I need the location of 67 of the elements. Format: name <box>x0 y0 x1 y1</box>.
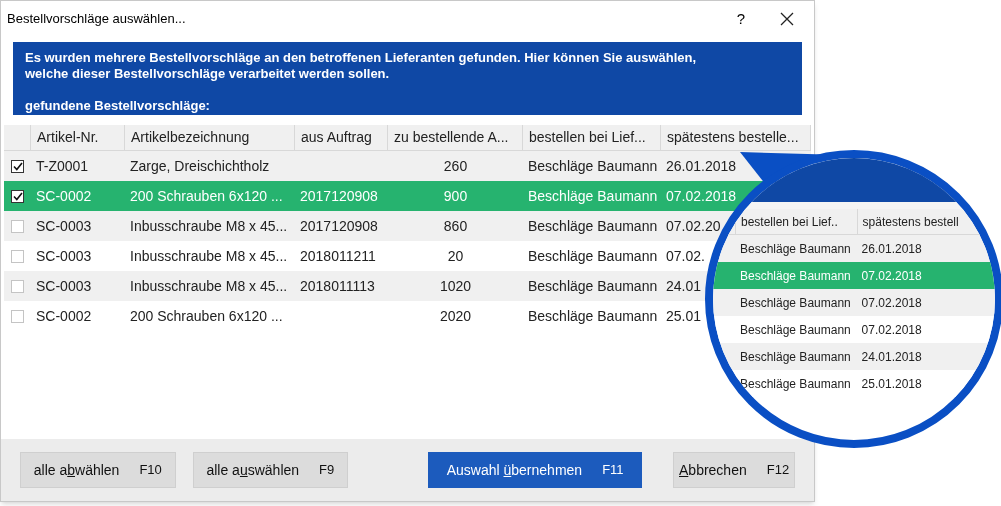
table-cell: Beschläge Baumann <box>528 277 658 294</box>
column-header[interactable]: bestellen bei Lief... <box>523 125 661 150</box>
table-cell: Beschläge Baumann <box>528 247 658 264</box>
table-cell: 26.01.2018 <box>861 241 922 256</box>
row-checkbox[interactable] <box>11 189 24 203</box>
table-cell: 24.01 <box>666 277 702 294</box>
table-cell: 07.02. <box>666 247 705 264</box>
table-cell: 2018011211 <box>300 247 376 264</box>
table-cell: 2018011113 <box>300 277 375 294</box>
table-cell: SC-0002 <box>36 187 92 204</box>
table-cell: Inbusschraube M8 x 45... <box>130 277 288 294</box>
table-cell: Beschläge Baumann <box>740 376 851 391</box>
table-cell: 900 <box>443 187 468 204</box>
column-header[interactable]: zu bestellende A... <box>388 125 523 150</box>
table-cell: Beschläge Baumann <box>740 268 851 283</box>
table-cell: SC-0003 <box>36 277 92 294</box>
table-cell: Beschläge Baumann <box>740 241 851 256</box>
table-cell: 25.01.2018 <box>861 376 922 391</box>
dialog-button[interactable]: alle auswählen F9 <box>192 452 349 488</box>
table-cell: 25.01 <box>666 307 702 324</box>
table-cell: 07.02.2018 <box>666 187 737 204</box>
checkmark-icon <box>12 191 23 201</box>
column-header[interactable]: spätestens bestelle... <box>661 125 811 150</box>
table-cell: Inbusschraube M8 x 45... <box>130 247 288 264</box>
info-subheading: gefundene Bestellvorschläge: <box>25 98 211 114</box>
checkmark-icon <box>12 161 23 171</box>
table-cell: 07.02.2018 <box>861 295 922 310</box>
table-cell: Inbusschraube M8 x 45... <box>130 217 288 234</box>
table-cell: 26.01.2018 <box>666 157 737 174</box>
table-cell: 07.02.2018 <box>861 322 922 337</box>
table-cell: 200 Schrauben 6x120 ... <box>130 307 283 324</box>
table-cell: 07.02.2018 <box>861 268 922 283</box>
column-header[interactable]: Artikelbezeichnung <box>125 125 295 150</box>
table-cell: Beschläge Baumann <box>528 157 658 174</box>
table-cell: 2020 <box>439 307 472 324</box>
table-cell: Zarge, Dreischichtholz <box>130 157 270 174</box>
primary-button[interactable]: Auswahl übernehmen F11 <box>428 452 643 488</box>
table-cell: T-Z0001 <box>36 157 89 174</box>
table-cell: 07.02.20 <box>666 217 721 234</box>
table-cell: 20 <box>447 247 464 264</box>
table-cell: Beschläge Baumann <box>528 217 658 234</box>
table-cell: Beschläge Baumann <box>740 295 851 310</box>
column-header: spätestens bestell <box>856 209 995 234</box>
column-header: bestellen bei Lief.. <box>735 209 857 234</box>
help-button[interactable]: ? <box>718 4 764 34</box>
table-cell: 200 Schrauben 6x120 ... <box>130 187 283 204</box>
table-cell: Beschläge Baumann <box>740 349 851 364</box>
table-cell: Beschläge Baumann <box>528 307 658 324</box>
column-header[interactable]: Artikel-Nr. <box>31 125 125 150</box>
table-cell: 24.01.2018 <box>861 349 922 364</box>
row-checkbox[interactable] <box>11 159 24 173</box>
table-cell: SC-0002 <box>36 307 92 324</box>
column-header[interactable]: aus Auftrag <box>295 125 388 150</box>
table-cell: Beschläge Baumann <box>740 322 851 337</box>
dialog-button[interactable]: Abbrechen F12 <box>673 452 795 488</box>
dialog-button[interactable]: alle abwählen F10 <box>20 452 176 488</box>
table-cell: SC-0003 <box>36 217 92 234</box>
table-cell: SC-0003 <box>36 247 92 264</box>
close-icon <box>780 12 794 26</box>
info-text: Es wurden mehrere Bestellvorschläge an den betroffenen Lieferanten gefunden. Hier können Sie auswählen, welche dieser Bestellvorschläge verarbeitet werden sollen. <box>25 50 698 82</box>
table-cell: Beschläge Baumann <box>528 187 658 204</box>
window-title: Bestellvorschläge auswählen... <box>7 10 187 29</box>
table-cell: 2017120908 <box>300 217 378 234</box>
table-cell: 860 <box>443 217 468 234</box>
table-cell: 2017120908 <box>300 187 378 204</box>
table-cell: 260 <box>443 157 468 174</box>
table-cell: 1020 <box>439 277 472 294</box>
